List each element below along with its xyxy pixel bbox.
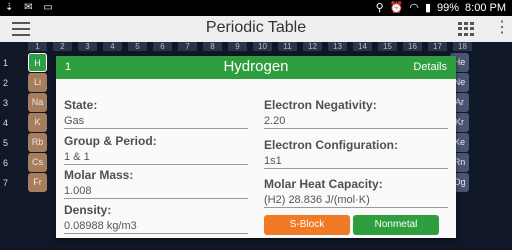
group-number: 16 [403,42,422,51]
group-number: 12 [303,42,322,51]
app-bar: Periodic Table ⋮ [0,16,512,43]
group-number: 17 [428,42,447,51]
element-cell[interactable]: K [28,113,47,132]
status-bar: ⇣ ✉ ▭ ⚲ ⏰ ◠ ▮ 99% 8:00 PM [0,0,512,16]
density-field: Density: 0.08988 kg/m3 [64,203,248,234]
configuration-field: Electron Configuration: 1s1 [264,138,448,169]
heat-capacity-field: Molar Heat Capacity: (H2) 28.836 J/(mol·… [264,177,448,208]
location-icon: ⚲ [375,2,384,14]
alarm-icon: ⏰ [389,2,404,14]
clock: 8:00 PM [465,1,506,14]
configuration-label: Electron Configuration: [264,138,398,152]
app-title: Periodic Table [205,19,307,36]
heat-capacity-label: Molar Heat Capacity: [264,177,383,191]
period-number: 6 [2,158,8,168]
group-number: 7 [178,42,197,51]
group-number: 14 [353,42,372,51]
element-cell[interactable]: Fr [28,173,47,192]
element-dialog: 1 Hydrogen Details State: Gas Group & Pe… [56,56,456,238]
element-name: Hydrogen [223,58,289,75]
period-number: 1 [2,58,8,68]
nonmetal-button[interactable]: Nonmetal [353,215,439,235]
group-period-field: Group & Period: 1 & 1 [64,134,248,165]
status-icons: ⚲ ⏰ ◠ ▮ 99% 8:00 PM [375,1,506,15]
group-number: 5 [128,42,147,51]
state-label: State: [64,98,98,112]
period-number: 2 [2,78,8,88]
wifi-icon: ◠ [409,2,419,14]
grid-view-icon[interactable] [458,22,474,36]
group-number: 1 [28,42,47,51]
s-block-button[interactable]: S-Block [264,215,350,235]
electronegativity-label: Electron Negativity: [264,98,377,112]
element-cell[interactable]: Rb [28,133,47,152]
electronegativity-value: 2.20 [264,115,448,129]
state-field: State: Gas [64,98,248,129]
group-number: 10 [253,42,272,51]
configuration-value: 1s1 [264,155,448,169]
element-cell[interactable]: Cs [28,153,47,172]
overflow-menu-icon[interactable]: ⋮ [494,20,510,36]
molar-mass-field: Molar Mass: 1.008 [64,168,248,199]
period-number: 3 [2,98,8,108]
heat-capacity-value: (H2) 28.836 J/(mol·K) [264,194,448,208]
dialog-header: 1 Hydrogen Details [56,56,456,79]
group-number: 11 [278,42,297,51]
density-label: Density: [64,203,112,217]
group-period-value: 1 & 1 [64,151,248,165]
group-number: 9 [228,42,247,51]
electronegativity-field: Electron Negativity: 2.20 [264,98,448,129]
molar-mass-label: Molar Mass: [64,168,134,182]
density-value: 0.08988 kg/m3 [64,220,248,234]
battery-icon: ▮ [424,2,431,14]
group-number: 8 [203,42,222,51]
group-period-label: Group & Period: [64,134,157,148]
element-cell[interactable]: Li [28,73,47,92]
group-number: 13 [328,42,347,51]
details-button[interactable]: Details [413,61,447,73]
molar-mass-value: 1.008 [64,185,248,199]
period-number: 5 [2,138,8,148]
group-number: 6 [153,42,172,51]
period-number: 4 [2,118,8,128]
group-number: 18 [453,42,472,51]
battery-percent: 99% [437,1,460,14]
group-number: 15 [378,42,397,51]
group-number: 2 [53,42,72,51]
state-value: Gas [64,115,248,129]
group-number: 4 [103,42,122,51]
notification-icons: ⇣ ✉ ▭ [5,2,57,13]
element-cell[interactable]: Na [28,93,47,112]
element-cell[interactable]: H [28,53,47,72]
period-number: 7 [2,178,8,188]
group-number: 3 [78,42,97,51]
